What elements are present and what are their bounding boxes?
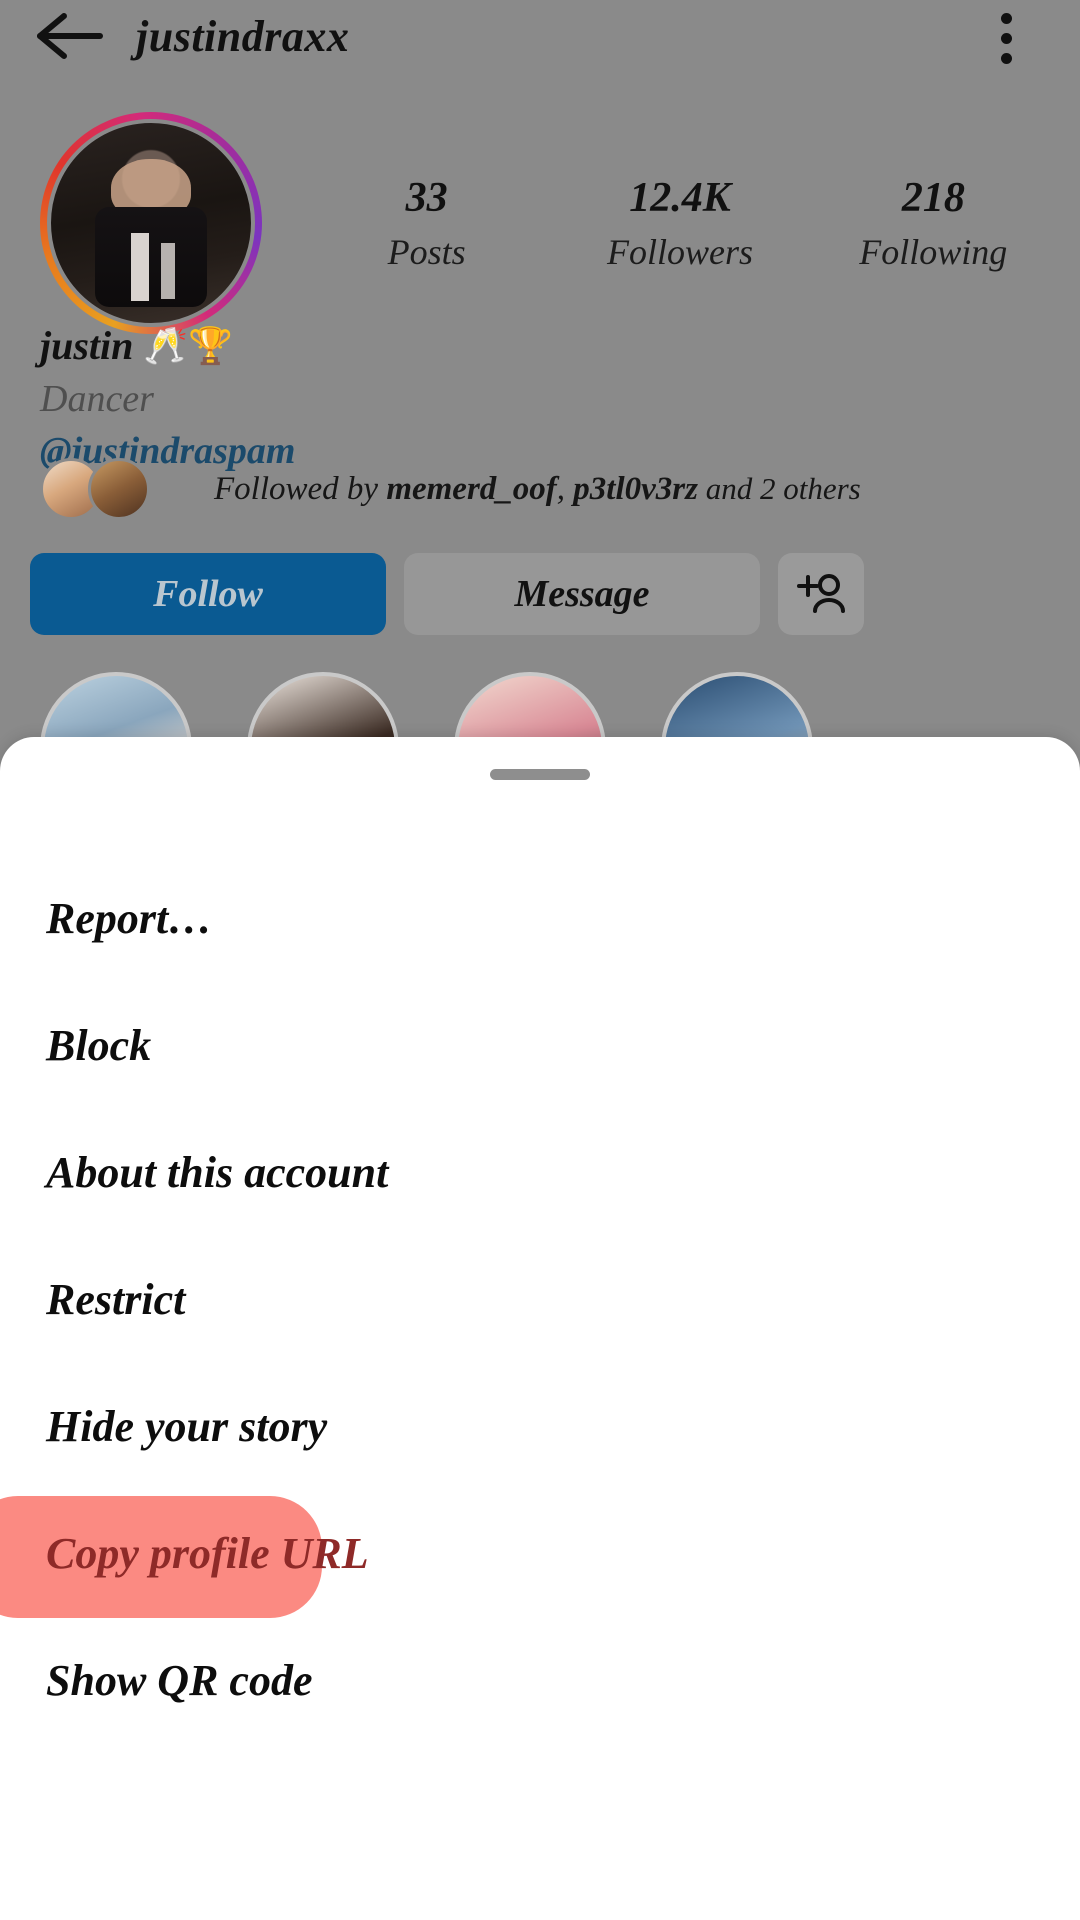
profile-bio: justin 🥂🏆 Dancer @justindraspam: [40, 322, 680, 473]
menu-item-show-qr-code[interactable]: Show QR code: [0, 1617, 1080, 1744]
message-button[interactable]: Message: [404, 553, 760, 635]
profile-display-name: justin 🥂🏆: [40, 322, 680, 369]
stat-following[interactable]: 218 Following: [833, 175, 1033, 273]
kebab-menu-icon[interactable]: [978, 8, 1034, 68]
followed-by-text: Followed by memerd_oof, p3tl0v3rz and 2 …: [214, 471, 861, 508]
profile-action-buttons: Follow Message: [30, 553, 864, 635]
followed-by-avatars: [40, 458, 158, 520]
menu-item-label: Show QR code: [46, 1656, 313, 1705]
stat-followers[interactable]: 12.4K Followers: [580, 175, 780, 273]
stat-followers-value: 12.4K: [629, 175, 731, 221]
profile-stats: 33 Posts 12.4K Followers 218 Following: [300, 175, 1060, 273]
menu-item-label: Restrict: [46, 1275, 186, 1324]
menu-item-report[interactable]: Report…: [0, 855, 1080, 982]
avatar-image: [47, 119, 255, 327]
stat-followers-label: Followers: [606, 232, 753, 273]
instagram-profile-screen: justindraxx 33 Posts 12.4K Followers 218: [0, 0, 1080, 1920]
menu-item-restrict[interactable]: Restrict: [0, 1236, 1080, 1363]
followed-by-user-1: memerd_oof: [386, 470, 557, 507]
follower-avatar-2: [88, 458, 150, 520]
top-app-bar: justindraxx: [0, 0, 1080, 72]
celebration-emoji: 🥂🏆: [143, 325, 234, 367]
menu-item-label: Copy profile URL: [46, 1529, 369, 1578]
options-bottom-sheet: Report… Block About this account Restric…: [0, 737, 1080, 1920]
page-title: justindraxx: [136, 11, 350, 61]
followed-by-prefix: Followed by: [214, 470, 387, 507]
followed-by-separator: ,: [556, 470, 574, 507]
follow-button[interactable]: Follow: [30, 553, 386, 635]
menu-item-label: Report…: [46, 894, 213, 943]
menu-item-label: Block: [46, 1021, 152, 1070]
menu-item-block[interactable]: Block: [0, 982, 1080, 1109]
menu-item-label: About this account: [46, 1148, 389, 1197]
drag-handle[interactable]: [490, 769, 590, 780]
stat-posts-value: 33: [405, 175, 448, 221]
stat-following-value: 218: [901, 175, 965, 221]
display-name-text: justin: [40, 323, 134, 368]
menu-item-hide-your-story[interactable]: Hide your story: [0, 1363, 1080, 1490]
add-person-icon[interactable]: [778, 553, 864, 635]
options-menu-list: Report… Block About this account Restric…: [0, 855, 1080, 1744]
followed-by-row[interactable]: Followed by memerd_oof, p3tl0v3rz and 2 …: [40, 458, 861, 520]
stat-posts-label: Posts: [387, 232, 466, 273]
menu-item-label: Hide your story: [46, 1402, 328, 1451]
stat-posts[interactable]: 33 Posts: [327, 175, 527, 273]
profile-category: Dancer: [40, 378, 154, 420]
followed-by-suffix: and 2 others: [697, 470, 861, 506]
stat-following-label: Following: [859, 232, 1008, 273]
menu-item-copy-profile-url[interactable]: Copy profile URL: [0, 1490, 1080, 1618]
profile-avatar[interactable]: [40, 112, 262, 334]
menu-item-about-this-account[interactable]: About this account: [0, 1109, 1080, 1236]
back-arrow-icon[interactable]: [22, 0, 118, 72]
followed-by-user-2: p3tl0v3rz: [573, 470, 698, 507]
